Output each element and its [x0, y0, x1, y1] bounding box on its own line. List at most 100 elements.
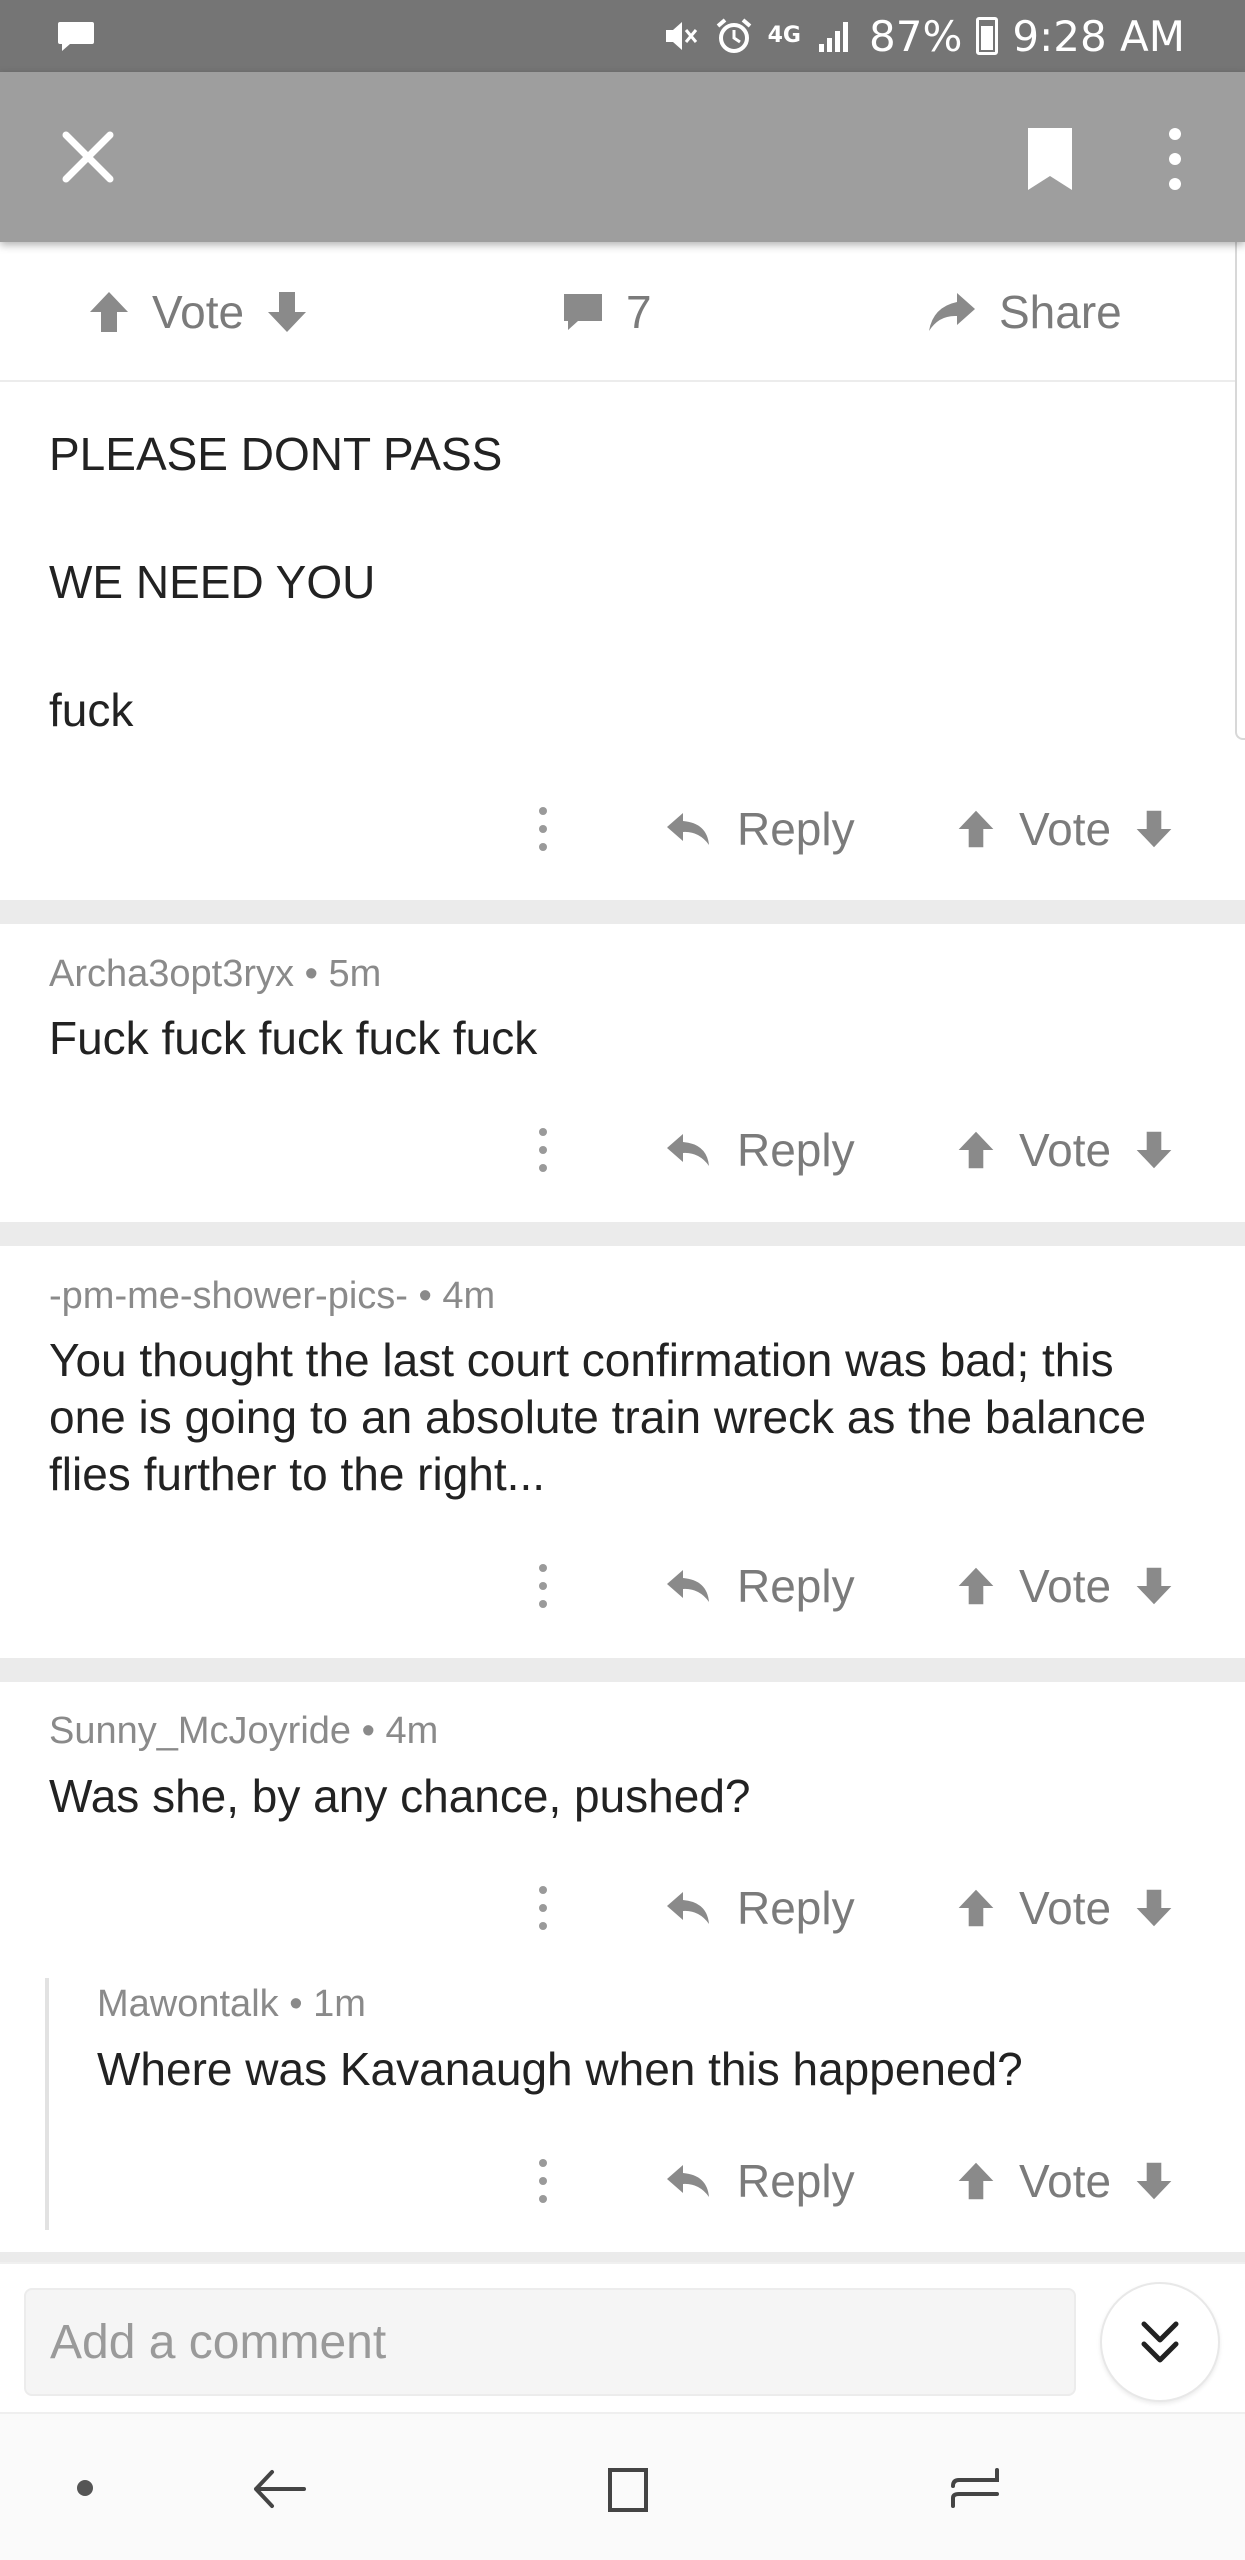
- comment-author[interactable]: Sunny_McJoyride: [49, 1710, 351, 1752]
- battery-percent: 87%: [869, 11, 963, 61]
- close-icon[interactable]: [48, 117, 128, 197]
- comment-input[interactable]: [24, 2288, 1076, 2396]
- more-options-icon[interactable]: [530, 1120, 556, 1180]
- downvote-icon[interactable]: [1133, 1129, 1175, 1171]
- reply-button[interactable]: Reply: [665, 1546, 855, 1626]
- comment-vote-control: Vote: [955, 1546, 1175, 1626]
- back-icon[interactable]: [250, 2454, 310, 2524]
- reply-button[interactable]: Reply: [665, 789, 855, 869]
- comment-age: 4m: [385, 1710, 439, 1752]
- downvote-icon[interactable]: [264, 289, 310, 335]
- vote-label: Vote: [1019, 2155, 1112, 2207]
- comment-count: 7: [626, 286, 652, 338]
- reply-label: Reply: [737, 1882, 855, 1934]
- more-options-icon[interactable]: [530, 2151, 556, 2211]
- mute-icon: [665, 22, 697, 50]
- comment-icon: [564, 294, 602, 330]
- divider: [0, 1658, 1245, 1682]
- share-icon: [929, 293, 975, 331]
- vote-label: Vote: [1019, 1560, 1112, 1612]
- upvote-icon[interactable]: [86, 289, 132, 335]
- comment-text: You thought the last court confirmation …: [49, 1334, 1147, 1500]
- downvote-icon[interactable]: [1133, 1887, 1175, 1929]
- downvote-icon[interactable]: [1133, 2160, 1175, 2202]
- reply-icon: [667, 1134, 709, 1166]
- vote-label: Vote: [1019, 1882, 1112, 1934]
- reply-label: Reply: [737, 803, 855, 855]
- vote-label: Vote: [1019, 1124, 1112, 1176]
- double-chevron-down-icon: [1141, 2321, 1179, 2363]
- status-bar: 4G 87% 9:28 AM: [0, 0, 1245, 72]
- alarm-icon: [716, 18, 751, 53]
- comment-age: 4m: [442, 1275, 496, 1317]
- comment-age: 5m: [328, 953, 382, 995]
- comment-text: Where was Kavanaugh when this happened?: [97, 2043, 1023, 2095]
- scrollbar[interactable]: [1235, 235, 1245, 740]
- more-options-icon[interactable]: [530, 1556, 556, 1616]
- comment-vote-control: Vote: [955, 2141, 1175, 2221]
- home-icon[interactable]: [598, 2456, 658, 2522]
- comment-author[interactable]: Archa3opt3ryx: [49, 953, 294, 995]
- comment-meta: Archa3opt3ryx • 5m: [49, 953, 382, 995]
- comment-author[interactable]: Mawontalk: [97, 1983, 279, 2025]
- comment-text: Fuck fuck fuck fuck fuck: [49, 1012, 538, 1064]
- app-bar: [0, 72, 1245, 242]
- comment-vote-control: Vote: [955, 1868, 1175, 1948]
- reply-icon: [667, 1570, 709, 1602]
- upvote-icon[interactable]: [955, 808, 997, 850]
- reply-icon: [667, 2165, 709, 2197]
- signal-icon: [819, 22, 848, 52]
- downvote-icon[interactable]: [1133, 1565, 1175, 1607]
- divider: [0, 2252, 1245, 2262]
- divider: [0, 1222, 1245, 1246]
- collapse-comments-button[interactable]: [1100, 2282, 1220, 2402]
- comment-actions-row: Reply Vote: [0, 2141, 1245, 2221]
- battery-icon: [976, 17, 999, 55]
- comment-age: 1m: [313, 1983, 366, 2025]
- more-options-icon[interactable]: [530, 1878, 556, 1938]
- post-line: fuck: [49, 684, 134, 736]
- recent-apps-icon[interactable]: [945, 2456, 1005, 2522]
- post-action-bar: Vote 7 Share: [0, 242, 1245, 382]
- comment-actions-row: Reply Vote: [0, 1868, 1245, 1948]
- upvote-icon[interactable]: [955, 1129, 997, 1171]
- comment-meta: -pm-me-shower-pics- • 4m: [49, 1275, 496, 1317]
- reply-button[interactable]: Reply: [665, 1868, 855, 1948]
- post-body: PLEASE DONT PASS WE NEED YOU fuck: [49, 420, 1199, 804]
- comment-author[interactable]: -pm-me-shower-pics-: [49, 1275, 408, 1317]
- post-line: WE NEED YOU: [49, 556, 376, 608]
- vote-label: Vote: [1019, 803, 1112, 855]
- post-vote-control: Vote: [86, 242, 310, 382]
- comment-input-bar: [0, 2262, 1245, 2412]
- status-indicators: 4G 87% 9:28 AM: [660, 10, 1185, 62]
- comment-meta: Sunny_McJoyride • 4m: [49, 1710, 439, 1752]
- reply-label: Reply: [737, 1560, 855, 1612]
- upvote-icon[interactable]: [955, 2160, 997, 2202]
- reply-icon: [667, 1892, 709, 1924]
- comment-text: Was she, by any chance, pushed?: [49, 1770, 751, 1822]
- downvote-icon[interactable]: [1133, 808, 1175, 850]
- comment-vote-control: Vote: [955, 789, 1175, 869]
- comment-meta: Mawontalk • 1m: [97, 1983, 366, 2025]
- nav-dot-icon[interactable]: [77, 2480, 93, 2496]
- comment-actions-row: Reply Vote: [0, 1546, 1245, 1626]
- network-type: 4G: [767, 23, 801, 48]
- reply-label: Reply: [737, 2155, 855, 2207]
- bookmark-icon[interactable]: [1020, 124, 1080, 194]
- reply-button[interactable]: Reply: [665, 1110, 855, 1190]
- reply-icon: [667, 813, 709, 845]
- upvote-icon[interactable]: [955, 1565, 997, 1607]
- post-reply-row: Reply Vote: [0, 789, 1245, 869]
- system-nav-bar: [0, 2412, 1245, 2560]
- clock: 9:28 AM: [1012, 11, 1185, 61]
- upvote-icon[interactable]: [955, 1887, 997, 1929]
- reply-label: Reply: [737, 1124, 855, 1176]
- share-label: Share: [999, 286, 1122, 338]
- share-button[interactable]: Share: [925, 242, 1122, 382]
- reply-button[interactable]: Reply: [665, 2141, 855, 2221]
- message-notification-icon: [58, 22, 94, 51]
- more-options-icon[interactable]: [530, 799, 556, 859]
- post-vote-label: Vote: [152, 286, 245, 338]
- more-vert-icon[interactable]: [1160, 124, 1190, 194]
- comments-count-button[interactable]: 7: [560, 242, 652, 382]
